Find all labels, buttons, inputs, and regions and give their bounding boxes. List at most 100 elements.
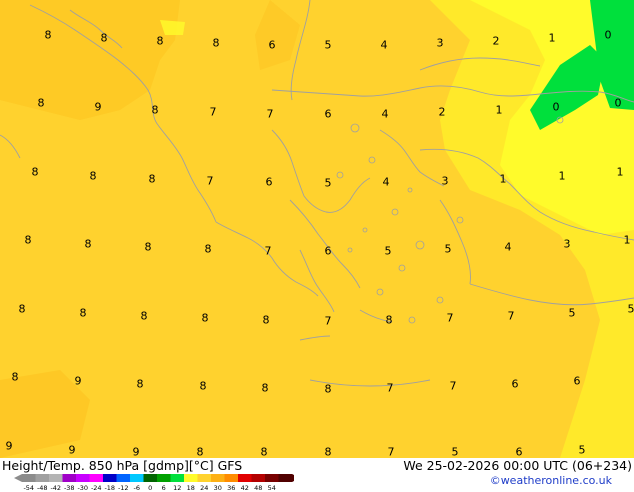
temperature-label: 4	[382, 109, 389, 120]
scale-swatch	[211, 474, 225, 482]
temperature-label: 8	[262, 383, 269, 394]
scale-swatch	[117, 474, 131, 482]
scale-arrow-left	[14, 474, 22, 482]
scale-swatch	[103, 474, 117, 482]
scale-tick: -12	[118, 484, 129, 492]
credit-link[interactable]: ©weatheronline.co.uk	[490, 474, 612, 487]
temperature-label: 8	[325, 384, 332, 395]
temperature-label: 9	[6, 441, 13, 452]
temperature-label: 1	[500, 174, 507, 185]
temperature-label: 1	[617, 167, 624, 178]
temperature-label: 8	[261, 447, 268, 458]
temperature-label: 8	[157, 36, 164, 47]
scale-swatch	[252, 474, 266, 482]
valid-time: We 25-02-2026 00:00 UTC (06+234)	[403, 458, 632, 473]
temperature-label: 6	[512, 379, 519, 390]
scale-tick: 6	[162, 484, 166, 492]
temperature-label: 6	[266, 177, 273, 188]
temperature-label: 8	[32, 167, 39, 178]
scale-tick: 0	[148, 484, 152, 492]
temperature-label: 4	[505, 242, 512, 253]
scale-tick: 30	[214, 484, 222, 492]
map-canvas	[0, 0, 634, 458]
temperature-label: 9	[133, 447, 140, 458]
temperature-label: 5	[569, 308, 576, 319]
scale-tick: -6	[134, 484, 140, 492]
temperature-label: 7	[387, 383, 394, 394]
scale-tick: 54	[268, 484, 276, 492]
temperature-label: 4	[383, 177, 390, 188]
temperature-label: 8	[145, 242, 152, 253]
scale-tick: -38	[64, 484, 75, 492]
scale-tick: 12	[173, 484, 181, 492]
scale-swatch	[265, 474, 279, 482]
temperature-label: 7	[450, 381, 457, 392]
scale-swatch	[36, 474, 50, 482]
scale-tick: -54	[23, 484, 34, 492]
scale-tick: -48	[37, 484, 48, 492]
scale-swatch	[49, 474, 63, 482]
temperature-label: 5	[445, 244, 452, 255]
temperature-label: 8	[19, 304, 26, 315]
scale-tick: -30	[77, 484, 88, 492]
scale-swatch	[171, 474, 185, 482]
scale-swatch	[184, 474, 198, 482]
scale-swatch	[157, 474, 171, 482]
temperature-label: 8	[101, 33, 108, 44]
temperature-label: 8	[25, 235, 32, 246]
temperature-label: 2	[493, 36, 500, 47]
temperature-label: 8	[325, 447, 332, 458]
temperature-label: 7	[325, 316, 332, 327]
temperature-label: 9	[95, 102, 102, 113]
temperature-label: 8	[197, 447, 204, 458]
temperature-label: 8	[213, 38, 220, 49]
legend-footer: Height/Temp. 850 hPa [gdmp][°C] GFS We 2…	[0, 458, 634, 490]
temperature-label: 0	[615, 98, 622, 109]
temperature-label: 8	[200, 381, 207, 392]
temperature-label: 8	[263, 315, 270, 326]
temperature-label: 8	[80, 308, 87, 319]
temperature-label: 7	[267, 109, 274, 120]
color-scale-bar	[14, 472, 294, 484]
scale-swatch	[22, 474, 36, 482]
temperature-label: 7	[265, 246, 272, 257]
temperature-label: 0	[605, 30, 612, 41]
temperature-label: 8	[386, 315, 393, 326]
scale-swatch	[90, 474, 104, 482]
scale-swatch	[144, 474, 158, 482]
temperature-label: 1	[559, 171, 566, 182]
temperature-label: 6	[325, 246, 332, 257]
temperature-label: 4	[381, 40, 388, 51]
temperature-label: 5	[325, 40, 332, 51]
temperature-label: 6	[269, 40, 276, 51]
temperature-label: 6	[325, 109, 332, 120]
map-panel[interactable]: 8888654321089877642100888765431118888765…	[0, 0, 634, 458]
temperature-label: 8	[38, 98, 45, 109]
temperature-label: 8	[141, 311, 148, 322]
temperature-label: 8	[149, 174, 156, 185]
scale-tick: 18	[187, 484, 195, 492]
temperature-label: 3	[437, 38, 444, 49]
temperature-label: 7	[508, 311, 515, 322]
temperature-label: 8	[12, 372, 19, 383]
temperature-label: 1	[624, 235, 631, 246]
scale-swatch	[198, 474, 212, 482]
temperature-label: 5	[452, 447, 459, 458]
scale-arrow-right	[292, 474, 294, 482]
scale-tick: 42	[241, 484, 249, 492]
temperature-label: 5	[325, 178, 332, 189]
temperature-label: 7	[388, 447, 395, 458]
temperature-label: 0	[553, 102, 560, 113]
scale-tick: -42	[50, 484, 61, 492]
temperature-label: 1	[549, 33, 556, 44]
scale-swatch	[130, 474, 144, 482]
temperature-label: 8	[90, 171, 97, 182]
temperature-label: 5	[385, 246, 392, 257]
scale-tick: -24	[91, 484, 102, 492]
temperature-label: 8	[152, 105, 159, 116]
scale-swatch	[225, 474, 239, 482]
map-title: Height/Temp. 850 hPa [gdmp][°C] GFS	[2, 458, 242, 473]
temperature-label: 8	[202, 313, 209, 324]
temperature-label: 5	[579, 445, 586, 456]
scale-tick: 36	[227, 484, 235, 492]
